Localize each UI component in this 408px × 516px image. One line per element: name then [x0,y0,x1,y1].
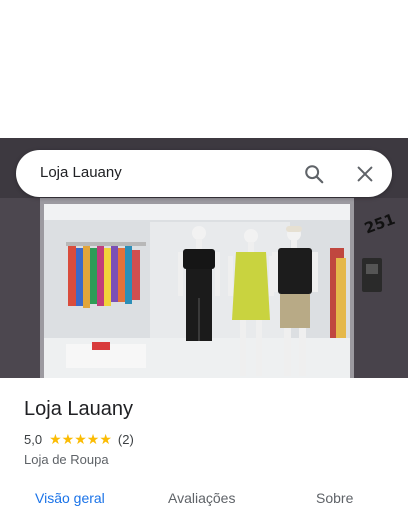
rating-row[interactable]: 5,0 ★ ★ ★ ★ ★ (2) [24,431,134,447]
tab-overview[interactable]: Visão geral [35,490,105,506]
search-button[interactable] [299,159,329,189]
tab-about[interactable]: Sobre [316,490,353,506]
star-icon: ★ [49,431,62,447]
star-icon: ★ [74,431,87,447]
review-count[interactable]: (2) [118,432,134,447]
star-icon: ★ [99,431,112,447]
search-input[interactable]: Loja Lauany [40,164,122,181]
close-icon [357,166,373,182]
place-tabs: Visão geral Avaliações Sobre [0,490,408,516]
place-category[interactable]: Loja de Roupa [24,452,109,467]
place-title: Loja Lauany [24,398,133,420]
search-bar[interactable]: Loja Lauany [16,150,392,197]
rating-value: 5,0 [24,431,43,447]
search-icon [305,165,324,184]
clear-search-button[interactable] [350,159,380,189]
star-icon: ★ [61,431,75,447]
place-info-panel: Loja Lauany 5,0 ★ ★ ★ ★ ★ (2) Loja de Ro… [0,378,408,516]
star-rating: ★ ★ ★ ★ ★ [49,432,112,446]
tab-reviews[interactable]: Avaliações [168,490,235,506]
star-icon: ★ [86,431,100,447]
